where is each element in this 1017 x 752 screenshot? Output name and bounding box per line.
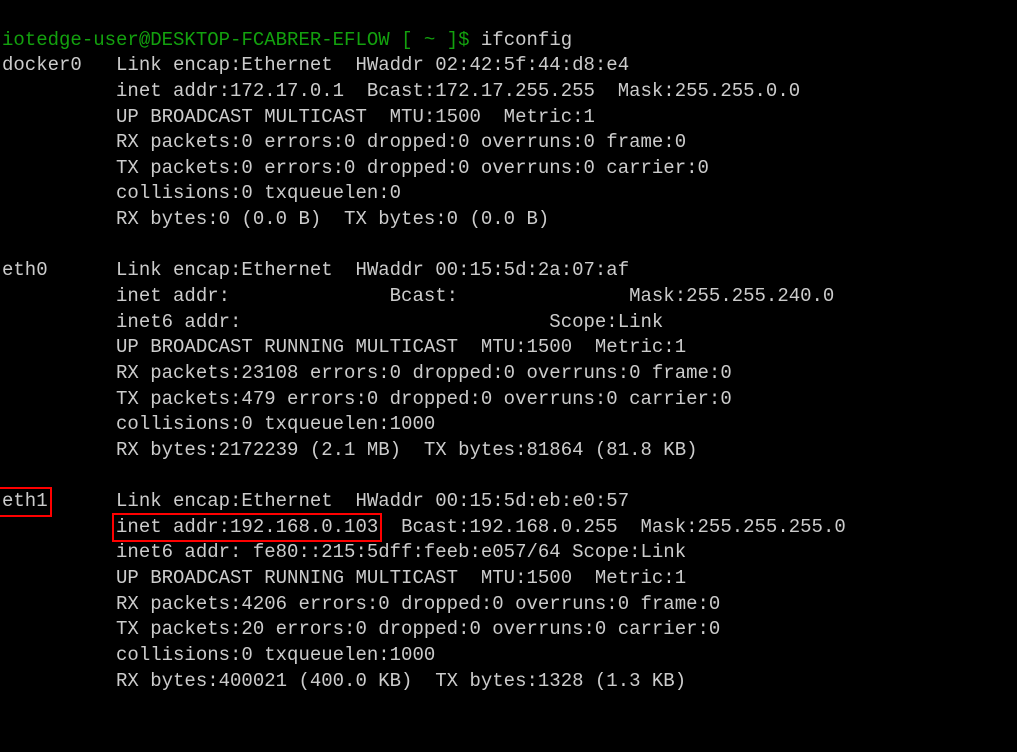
output-line: inet6 addr: fe80::215:5dff:feeb:e057/64 … [2,540,1017,566]
output-text: Bcast:192.168.0.255 Mask:255.255.255.0 [378,516,845,538]
interface-name: eth0 [2,258,116,284]
output-text: inet addr:172.17.0.1 Bcast:172.17.255.25… [116,80,800,102]
output-text: UP BROADCAST RUNNING MULTICAST MTU:1500 … [116,567,686,589]
output-text: UP BROADCAST RUNNING MULTICAST MTU:1500 … [116,336,686,358]
output-line: docker0Link encap:Ethernet HWaddr 02:42:… [2,53,1017,79]
output-text: RX packets:23108 errors:0 dropped:0 over… [116,362,732,384]
output-text: collisions:0 txqueuelen:1000 [116,644,435,666]
command: ifconfig [481,29,572,51]
output-line: collisions:0 txqueuelen:1000 [2,412,1017,438]
interface-name: docker0 [2,53,116,79]
output-text: TX packets:20 errors:0 dropped:0 overrun… [116,618,720,640]
output-line: inet addr:172.17.0.1 Bcast:172.17.255.25… [2,79,1017,105]
output-line: RX bytes:400021 (400.0 KB) TX bytes:1328… [2,669,1017,695]
output-text: RX packets:0 errors:0 dropped:0 overruns… [116,131,686,153]
output-line: TX packets:20 errors:0 dropped:0 overrun… [2,617,1017,643]
prompt-path-open: [ [390,29,424,51]
output-text: RX bytes:2172239 (2.1 MB) TX bytes:81864… [116,439,698,461]
output-line: inet addr: Bcast: Mask:255.255.240.0 [2,284,1017,310]
output-text: collisions:0 txqueuelen:1000 [116,413,435,435]
output-line: RX packets:0 errors:0 dropped:0 overruns… [2,130,1017,156]
output-text: collisions:0 txqueuelen:0 [116,182,401,204]
blank-line [2,464,1017,490]
output-text: RX bytes:400021 (400.0 KB) TX bytes:1328… [116,670,686,692]
output-text: inet6 addr: Scope:Link [116,311,663,333]
output-line: eth0Link encap:Ethernet HWaddr 00:15:5d:… [2,258,1017,284]
output-line: RX bytes:2172239 (2.1 MB) TX bytes:81864… [2,438,1017,464]
output-text: RX packets:4206 errors:0 dropped:0 overr… [116,593,720,615]
output-line: RX packets:4206 errors:0 dropped:0 overr… [2,592,1017,618]
output-line: TX packets:479 errors:0 dropped:0 overru… [2,387,1017,413]
prompt-line: iotedge-user@DESKTOP-FCABRER-EFLOW [ ~ ]… [2,28,1017,54]
output-text: TX packets:0 errors:0 dropped:0 overruns… [116,157,709,179]
ifconfig-output: docker0Link encap:Ethernet HWaddr 02:42:… [2,53,1017,694]
output-line: RX bytes:0 (0.0 B) TX bytes:0 (0.0 B) [2,207,1017,233]
terminal[interactable]: iotedge-user@DESKTOP-FCABRER-EFLOW [ ~ ]… [0,0,1017,720]
blank-line [2,233,1017,259]
output-text: UP BROADCAST MULTICAST MTU:1500 Metric:1 [116,106,595,128]
output-text: TX packets:479 errors:0 dropped:0 overru… [116,388,732,410]
output-line: TX packets:0 errors:0 dropped:0 overruns… [2,156,1017,182]
highlight-box: inet addr:192.168.0.103 [112,513,382,543]
prompt-user-host: iotedge-user@DESKTOP-FCABRER-EFLOW [2,29,390,51]
output-line: inet addr:192.168.0.103 Bcast:192.168.0.… [2,515,1017,541]
output-line: collisions:0 txqueuelen:1000 [2,643,1017,669]
output-line: UP BROADCAST RUNNING MULTICAST MTU:1500 … [2,335,1017,361]
output-line: inet6 addr: Scope:Link [2,310,1017,336]
output-line: eth1 Link encap:Ethernet HWaddr 00:15:5d:… [2,489,1017,515]
output-text: RX bytes:0 (0.0 B) TX bytes:0 (0.0 B) [116,208,549,230]
output-text: Link encap:Ethernet HWaddr 00:15:5d:2a:0… [116,259,629,281]
output-line: UP BROADCAST RUNNING MULTICAST MTU:1500 … [2,566,1017,592]
output-text: Link encap:Ethernet HWaddr 02:42:5f:44:d… [116,54,629,76]
prompt-path-close: ]$ [435,29,481,51]
prompt-path: ~ [424,29,435,51]
output-line: collisions:0 txqueuelen:0 [2,181,1017,207]
highlight-box: eth1 [0,487,52,517]
output-text: Link encap:Ethernet HWaddr 00:15:5d:eb:e… [116,490,629,512]
output-text: inet6 addr: fe80::215:5dff:feeb:e057/64 … [116,541,686,563]
output-line: RX packets:23108 errors:0 dropped:0 over… [2,361,1017,387]
output-text: inet addr: Bcast: Mask:255.255.240.0 [116,285,834,307]
output-line: UP BROADCAST MULTICAST MTU:1500 Metric:1 [2,105,1017,131]
interface-name: eth1 [2,489,116,515]
